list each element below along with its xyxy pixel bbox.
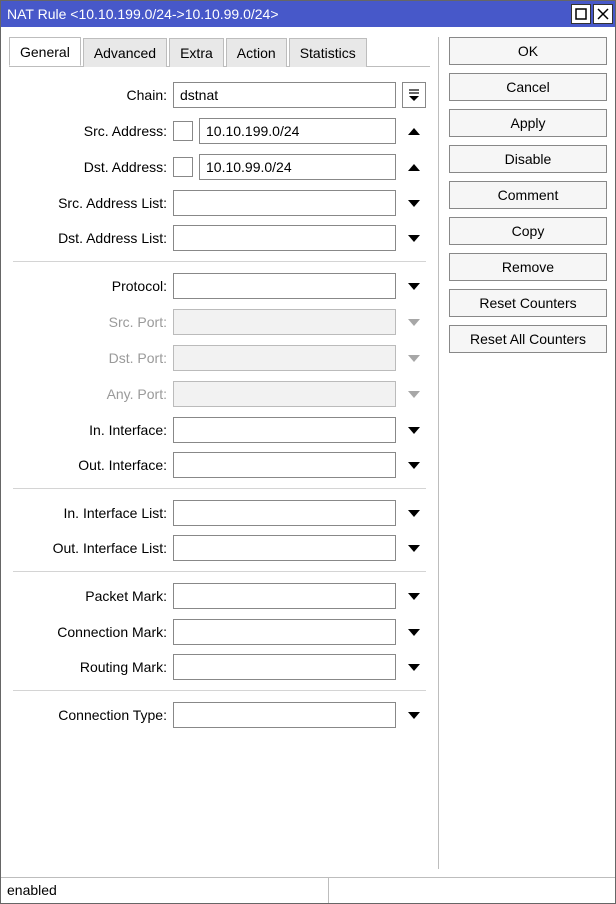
any-port-label: Any. Port: xyxy=(13,386,173,402)
bars-down-icon xyxy=(409,89,419,101)
tab-content-general: Chain: dstnat Src. Address: xyxy=(9,67,430,869)
tab-action[interactable]: Action xyxy=(226,38,287,67)
connection-mark-label: Connection Mark: xyxy=(13,624,173,640)
out-interface-list-label: Out. Interface List: xyxy=(13,540,173,556)
connection-type-label: Connection Type: xyxy=(13,707,173,723)
dst-address-list-expand[interactable] xyxy=(402,225,426,251)
src-address-list-expand[interactable] xyxy=(402,190,426,216)
chevron-down-icon xyxy=(408,391,420,398)
title-bar: NAT Rule <10.10.199.0/24->10.10.99.0/24> xyxy=(1,1,615,27)
src-address-list-label: Src. Address List: xyxy=(13,195,173,211)
chevron-up-icon xyxy=(408,128,420,135)
status-blank xyxy=(329,878,615,903)
apply-button[interactable]: Apply xyxy=(449,109,607,137)
out-interface-list-expand[interactable] xyxy=(402,535,426,561)
chevron-down-icon xyxy=(408,593,420,600)
ok-button[interactable]: OK xyxy=(449,37,607,65)
protocol-combobox[interactable] xyxy=(173,273,396,299)
chevron-down-icon xyxy=(408,355,420,362)
tab-statistics[interactable]: Statistics xyxy=(289,38,367,67)
chevron-down-icon xyxy=(408,712,420,719)
dst-port-input xyxy=(173,345,396,371)
in-interface-list-label: In. Interface List: xyxy=(13,505,173,521)
connection-mark-combobox[interactable] xyxy=(173,619,396,645)
tab-bar: General Advanced Extra Action Statistics xyxy=(9,37,430,67)
chevron-up-icon xyxy=(408,164,420,171)
in-interface-list-expand[interactable] xyxy=(402,500,426,526)
chevron-down-icon xyxy=(408,664,420,671)
src-address-input[interactable] xyxy=(199,118,396,144)
any-port-expand xyxy=(402,381,426,407)
src-port-label: Src. Port: xyxy=(13,314,173,330)
cancel-button[interactable]: Cancel xyxy=(449,73,607,101)
chevron-down-icon xyxy=(408,235,420,242)
chevron-down-icon xyxy=(408,629,420,636)
protocol-label: Protocol: xyxy=(13,278,173,294)
dst-address-collapse[interactable] xyxy=(402,154,426,180)
out-interface-list-combobox[interactable] xyxy=(173,535,396,561)
routing-mark-combobox[interactable] xyxy=(173,654,396,680)
chevron-down-icon xyxy=(408,462,420,469)
src-address-label: Src. Address: xyxy=(13,123,173,139)
chevron-down-icon xyxy=(408,283,420,290)
maximize-button[interactable] xyxy=(571,4,591,24)
packet-mark-expand[interactable] xyxy=(402,583,426,609)
connection-mark-expand[interactable] xyxy=(402,619,426,645)
tab-extra[interactable]: Extra xyxy=(169,38,224,67)
packet-mark-label: Packet Mark: xyxy=(13,588,173,604)
dst-address-list-combobox[interactable] xyxy=(173,225,396,251)
src-port-expand xyxy=(402,309,426,335)
dst-address-negate[interactable] xyxy=(173,157,193,177)
in-interface-list-combobox[interactable] xyxy=(173,500,396,526)
reset-counters-button[interactable]: Reset Counters xyxy=(449,289,607,317)
close-icon xyxy=(597,8,609,20)
dst-address-input[interactable] xyxy=(199,154,396,180)
chain-combobox[interactable]: dstnat xyxy=(173,82,396,108)
chevron-down-icon xyxy=(408,545,420,552)
routing-mark-label: Routing Mark: xyxy=(13,659,173,675)
chevron-down-icon xyxy=(408,200,420,207)
in-interface-combobox[interactable] xyxy=(173,417,396,443)
chain-dropdown-button[interactable] xyxy=(402,82,426,108)
connection-type-expand[interactable] xyxy=(402,702,426,728)
out-interface-expand[interactable] xyxy=(402,452,426,478)
side-button-panel: OK Cancel Apply Disable Comment Copy Rem… xyxy=(439,37,607,353)
remove-button[interactable]: Remove xyxy=(449,253,607,281)
window-title: NAT Rule <10.10.199.0/24->10.10.99.0/24> xyxy=(7,6,569,22)
status-bar: enabled xyxy=(1,877,615,903)
in-interface-label: In. Interface: xyxy=(13,422,173,438)
connection-type-combobox[interactable] xyxy=(173,702,396,728)
chain-label: Chain: xyxy=(13,87,173,103)
comment-button[interactable]: Comment xyxy=(449,181,607,209)
src-address-collapse[interactable] xyxy=(402,118,426,144)
status-state: enabled xyxy=(1,878,329,903)
tab-general[interactable]: General xyxy=(9,37,81,66)
chevron-down-icon xyxy=(408,427,420,434)
src-address-list-combobox[interactable] xyxy=(173,190,396,216)
routing-mark-expand[interactable] xyxy=(402,654,426,680)
tab-advanced[interactable]: Advanced xyxy=(83,38,167,67)
dst-port-label: Dst. Port: xyxy=(13,350,173,366)
reset-all-counters-button[interactable]: Reset All Counters xyxy=(449,325,607,353)
any-port-input xyxy=(173,381,396,407)
packet-mark-combobox[interactable] xyxy=(173,583,396,609)
chevron-down-icon xyxy=(408,319,420,326)
disable-button[interactable]: Disable xyxy=(449,145,607,173)
copy-button[interactable]: Copy xyxy=(449,217,607,245)
src-port-input xyxy=(173,309,396,335)
dst-port-expand xyxy=(402,345,426,371)
close-button[interactable] xyxy=(593,4,613,24)
protocol-expand[interactable] xyxy=(402,273,426,299)
dst-address-list-label: Dst. Address List: xyxy=(13,230,173,246)
dst-address-label: Dst. Address: xyxy=(13,159,173,175)
chevron-down-icon xyxy=(408,510,420,517)
in-interface-expand[interactable] xyxy=(402,417,426,443)
src-address-negate[interactable] xyxy=(173,121,193,141)
out-interface-combobox[interactable] xyxy=(173,452,396,478)
maximize-icon xyxy=(575,8,587,20)
out-interface-label: Out. Interface: xyxy=(13,457,173,473)
